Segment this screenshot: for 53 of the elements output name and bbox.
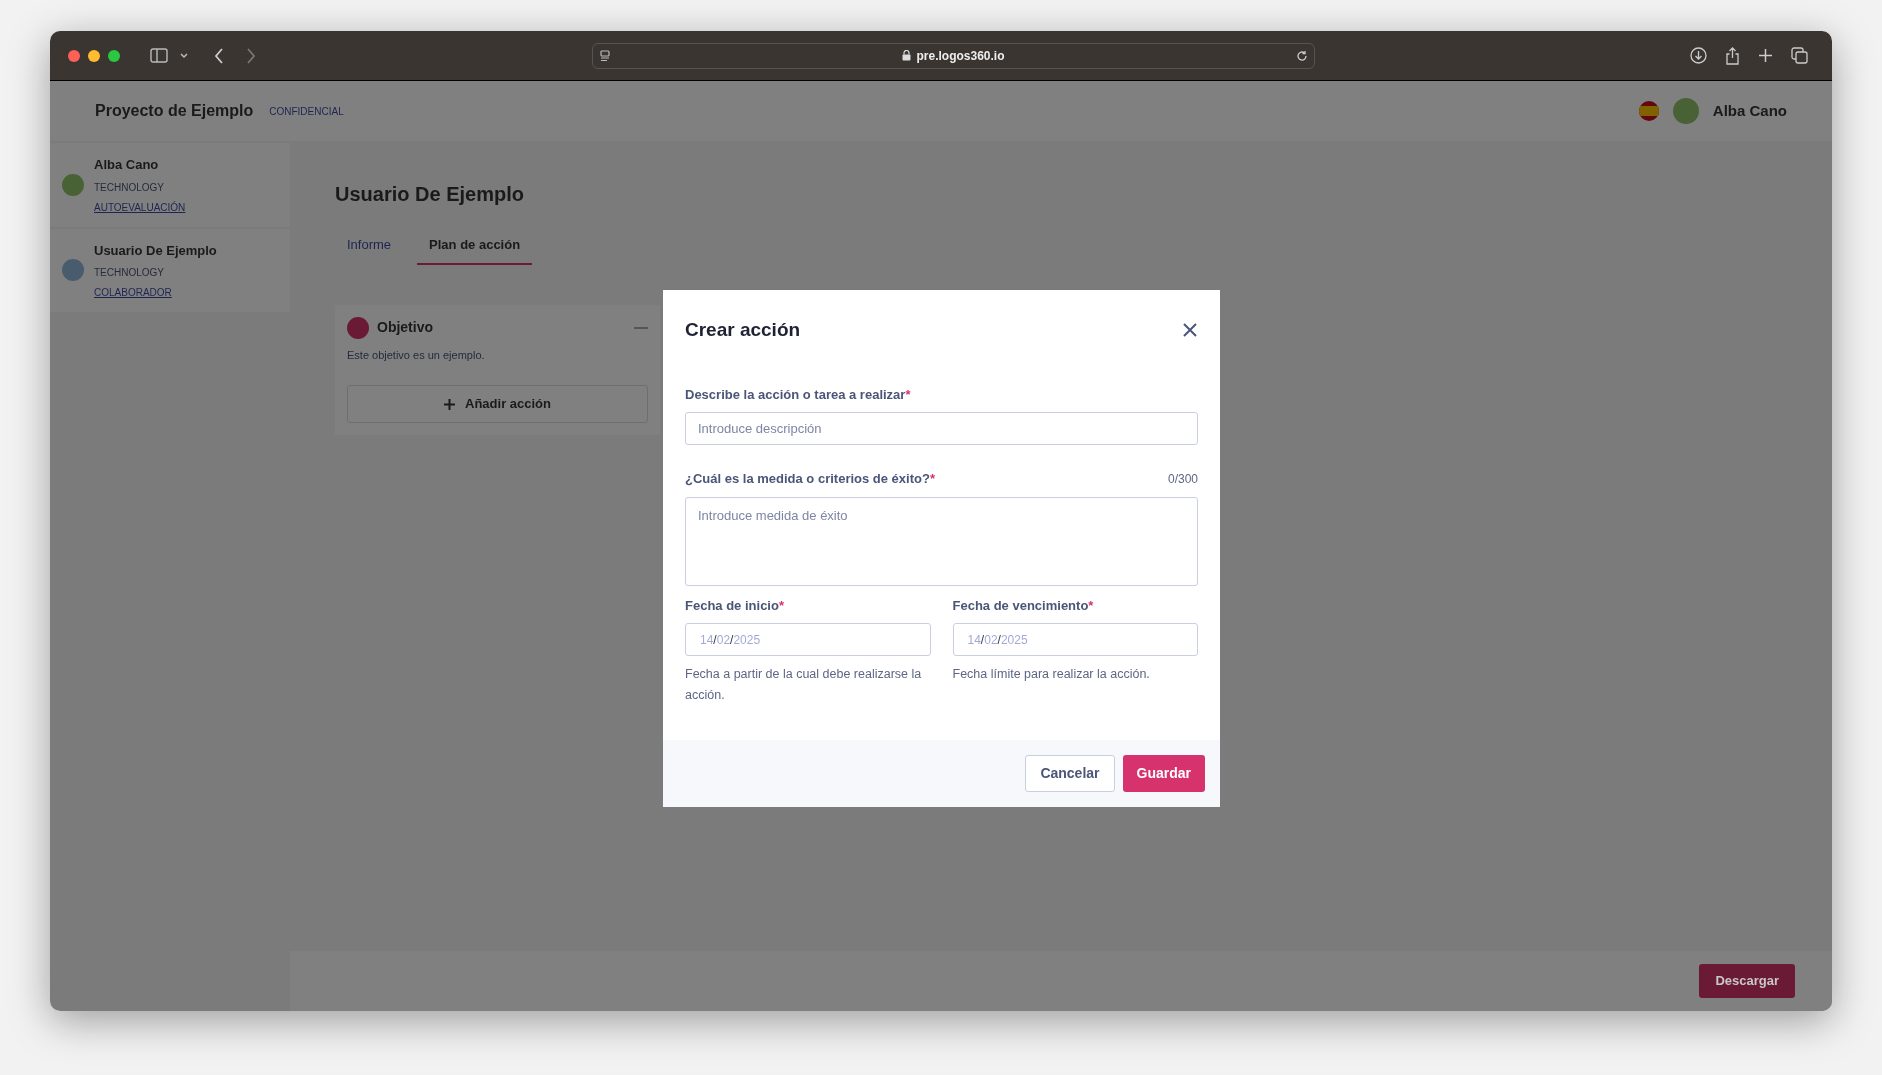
plus-icon[interactable] (1758, 48, 1773, 63)
help-text: Fecha límite para realizar la acción. (952, 666, 1151, 683)
lock-icon (902, 50, 912, 61)
field-label: Fecha de vencimiento* (952, 596, 1095, 615)
tab[interactable]: Informe (335, 235, 404, 265)
sidebar-item[interactable]: Usuario De Ejemplo TECHNOLOGY COLABORADOR (50, 228, 290, 312)
date-field[interactable]: 14/02/2025 (952, 623, 1198, 656)
tabs-overview-icon[interactable] (1791, 47, 1808, 64)
project-title: Proyecto de Ejemplo (95, 101, 254, 121)
role-label: COLABORADOR (94, 286, 173, 300)
field-label: Describe la acción o tarea a realizar* (685, 385, 911, 404)
download-button[interactable]: Descargar (1699, 964, 1795, 998)
maximize-window-icon[interactable] (108, 49, 120, 62)
cancel-button[interactable]: Cancelar (1025, 755, 1115, 792)
sidebar-item[interactable]: Alba Cano TECHNOLOGY AUTOEVALUACIÓN (50, 143, 290, 227)
field-label: Fecha de inicio* (685, 596, 785, 615)
close-icon[interactable] (1182, 322, 1198, 339)
share-icon[interactable] (1725, 46, 1740, 65)
minimize-window-icon[interactable] (88, 49, 100, 62)
chevron-down-icon[interactable] (180, 52, 188, 59)
person-name: Usuario De Ejemplo (94, 241, 217, 260)
role-label: AUTOEVALUACIÓN (94, 200, 186, 215)
team-label: TECHNOLOGY (94, 266, 165, 280)
page-title: Usuario De Ejemplo (335, 182, 525, 207)
user-name[interactable]: Alba Cano (1712, 99, 1787, 123)
close-window-icon[interactable] (68, 49, 80, 62)
success-criteria-field[interactable]: Introduce medida de éxito (685, 496, 1198, 586)
save-button[interactable]: Guardar (1122, 755, 1205, 792)
objective-title: Objetivo (377, 318, 433, 337)
description-field[interactable]: Introduce descripción (685, 412, 1198, 445)
team-label: TECHNOLOGY (94, 180, 165, 195)
dialog-title: Crear acción (685, 318, 801, 342)
tab[interactable]: Plan de acción (417, 235, 533, 265)
project-tag: CONFIDENCIAL (269, 103, 344, 119)
sidebar-toggle-icon[interactable] (150, 48, 168, 63)
plus-icon (444, 398, 455, 410)
avatar (1672, 98, 1699, 124)
person-name: Alba Cano (94, 156, 160, 174)
back-icon[interactable] (214, 47, 224, 64)
help-text: Fecha a partir de la cual debe realizarse la acción. (685, 666, 923, 704)
page-menu-icon[interactable] (599, 49, 611, 62)
flag-icon[interactable] (1638, 101, 1659, 121)
download-icon[interactable] (1690, 47, 1707, 64)
date-field[interactable]: 14/02/2025 (685, 623, 931, 656)
reload-icon[interactable] (1296, 49, 1308, 62)
field-label: ¿Cuál es la medida o criterios de éxito?* (685, 470, 935, 488)
character-counter: 0/300 (1167, 470, 1198, 488)
address-bar[interactable]: pre.logos360.io (592, 42, 1315, 69)
forward-icon[interactable] (246, 47, 256, 64)
add-action-button[interactable]: Añadir acción (347, 385, 648, 423)
objective-icon (347, 316, 369, 339)
url-text: pre.logos360.io (916, 47, 1005, 65)
objective-description: Este objetivo es un ejemplo. (347, 347, 486, 363)
